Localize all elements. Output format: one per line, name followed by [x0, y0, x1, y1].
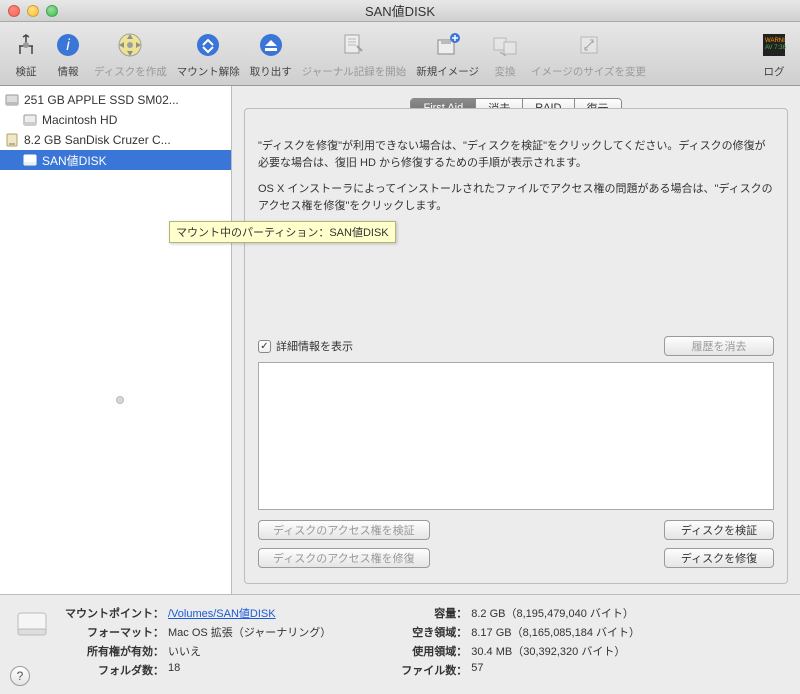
toolbar-label: 取り出す — [250, 64, 292, 79]
convert-icon — [489, 29, 521, 61]
toolbar-label: ログ — [764, 64, 785, 79]
toolbar-newimg[interactable]: 新規イメージ — [412, 27, 483, 81]
zoom-icon[interactable] — [46, 5, 58, 17]
info-row: フォルダ数：18 — [64, 662, 331, 678]
verify-disk-button[interactable]: ディスクを検証 — [664, 520, 774, 540]
volume-icon — [4, 92, 20, 108]
toolbar-info[interactable]: i 情報 — [48, 27, 88, 81]
sidebar-item[interactable]: SAN値DISK — [0, 150, 231, 170]
volume-icon — [22, 152, 38, 168]
info-label: 使用領域： — [367, 643, 471, 659]
info-bar: マウントポイント：/Volumes/SAN値DISKフォーマット：Mac OS … — [0, 594, 800, 694]
info-row: マウントポイント：/Volumes/SAN値DISK — [64, 605, 331, 621]
info-label: マウントポイント： — [64, 605, 168, 621]
info-row: フォーマット：Mac OS 拡張（ジャーナリング） — [64, 624, 331, 640]
verify-icon — [10, 29, 42, 61]
toolbar-verify[interactable]: 検証 — [6, 27, 46, 81]
log-output — [258, 362, 774, 510]
toolbar-label: 変換 — [495, 64, 516, 79]
help-button[interactable]: ? — [10, 666, 30, 686]
info-value: 30.4 MB（30,392,320 バイト） — [471, 643, 625, 659]
toolbar-label: 情報 — [58, 64, 79, 79]
toolbar-create: ディスクを作成 — [90, 27, 171, 81]
help-text-1: "ディスクを修復"が利用できない場合は、"ディスクを検証"をクリックしてください… — [258, 138, 774, 171]
info-label: 所有権が有効： — [64, 643, 168, 659]
toolbar-resize: イメージのサイズを変更 — [527, 27, 650, 81]
toolbar-convert: 変換 — [485, 27, 525, 81]
minimize-icon[interactable] — [27, 5, 39, 17]
toolbar-label: イメージのサイズを変更 — [531, 64, 646, 79]
info-label: フォルダ数： — [64, 662, 168, 678]
close-icon[interactable] — [8, 5, 20, 17]
svg-text:WARNI: WARNI — [765, 38, 785, 44]
toolbar-label: ディスクを作成 — [94, 64, 167, 79]
toolbar-label: 検証 — [16, 64, 37, 79]
verify-permissions-button[interactable]: ディスクのアクセス権を検証 — [258, 520, 430, 540]
sidebar-item-label: Macintosh HD — [42, 113, 117, 127]
show-detail-label: 詳細情報を表示 — [276, 338, 353, 354]
info-label: ファイル数： — [367, 662, 471, 678]
toolbar-journal: ジャーナル記録を開始 — [298, 27, 410, 81]
info-value: いいえ — [168, 643, 201, 659]
traffic-lights — [8, 5, 58, 17]
info-row: 使用領域：30.4 MB（30,392,320 バイト） — [367, 643, 640, 659]
info-value: 57 — [471, 662, 483, 678]
info-row: ファイル数：57 — [367, 662, 640, 678]
show-detail-checkbox[interactable]: ✓ 詳細情報を表示 — [258, 338, 353, 354]
window-title: SAN値DISK — [0, 1, 800, 20]
info-row: 容量：8.2 GB（8,195,479,040 バイト） — [367, 605, 640, 621]
svg-text:AV 7:36: AV 7:36 — [765, 45, 787, 51]
toolbar: 検証 i 情報ディスクを作成マウント解除取り出すジャーナル記録を開始新規イメージ 変換… — [0, 22, 800, 86]
toolbar-eject[interactable]: 取り出す — [246, 27, 296, 81]
create-icon — [114, 29, 146, 61]
tooltip: マウント中のパーティション：SAN値DISK — [169, 221, 396, 243]
info-value: Mac OS 拡張（ジャーナリング） — [168, 624, 331, 640]
unmount-icon — [192, 29, 224, 61]
sidebar-item-label: 8.2 GB SanDisk Cruzer C... — [24, 133, 171, 147]
info-label: 空き領域： — [367, 624, 471, 640]
info-value: 18 — [168, 662, 180, 678]
journal-icon — [338, 29, 370, 61]
main-panel: First Aid消去RAID復元 "ディスクを修復"が利用できない場合は、"デ… — [232, 86, 800, 594]
sidebar-resize-icon[interactable] — [116, 396, 124, 404]
info-value: 8.17 GB（8,165,085,184 バイト） — [471, 624, 640, 640]
sidebar: 251 GB APPLE SSD SM02... Macintosh HD 8.2 … — [0, 86, 232, 594]
repair-disk-button[interactable]: ディスクを修復 — [664, 548, 774, 568]
sidebar-item[interactable]: Macintosh HD — [0, 110, 231, 130]
info-value: 8.2 GB（8,195,479,040 バイト） — [471, 605, 634, 621]
help-text-2: OS X インストーラによってインストールされたファイルでアクセス権の問題がある… — [258, 181, 774, 214]
log-icon: WARNIAV 7:36 — [758, 29, 790, 61]
info-icon: i — [52, 29, 84, 61]
resize-icon — [573, 29, 605, 61]
info-row: 所有権が有効：いいえ — [64, 643, 331, 659]
sidebar-item[interactable]: 8.2 GB SanDisk Cruzer C... — [0, 130, 231, 150]
svg-text:i: i — [66, 37, 70, 54]
toolbar-unmount[interactable]: マウント解除 — [173, 27, 244, 81]
toolbar-label: ジャーナル記録を開始 — [302, 64, 406, 79]
eject-icon — [255, 29, 287, 61]
info-row: 空き領域：8.17 GB（8,165,085,184 バイト） — [367, 624, 640, 640]
volume-icon — [22, 112, 38, 128]
info-label: 容量： — [367, 605, 471, 621]
toolbar-log[interactable]: WARNIAV 7:36 ログ — [754, 27, 794, 81]
info-label: フォーマット： — [64, 624, 168, 640]
info-value[interactable]: /Volumes/SAN値DISK — [168, 605, 276, 621]
toolbar-label: 新規イメージ — [416, 64, 479, 79]
disk-icon — [12, 605, 52, 645]
repair-permissions-button[interactable]: ディスクのアクセス権を修復 — [258, 548, 430, 568]
checkbox-icon: ✓ — [258, 340, 271, 353]
clear-history-button[interactable]: 履歴を消去 — [664, 336, 774, 356]
toolbar-label: マウント解除 — [177, 64, 240, 79]
sidebar-item-label: 251 GB APPLE SSD SM02... — [24, 93, 179, 107]
newimg-icon — [432, 29, 464, 61]
volume-icon — [4, 132, 20, 148]
title-bar: SAN値DISK — [0, 0, 800, 22]
sidebar-item[interactable]: 251 GB APPLE SSD SM02... — [0, 90, 231, 110]
sidebar-item-label: SAN値DISK — [42, 152, 107, 169]
